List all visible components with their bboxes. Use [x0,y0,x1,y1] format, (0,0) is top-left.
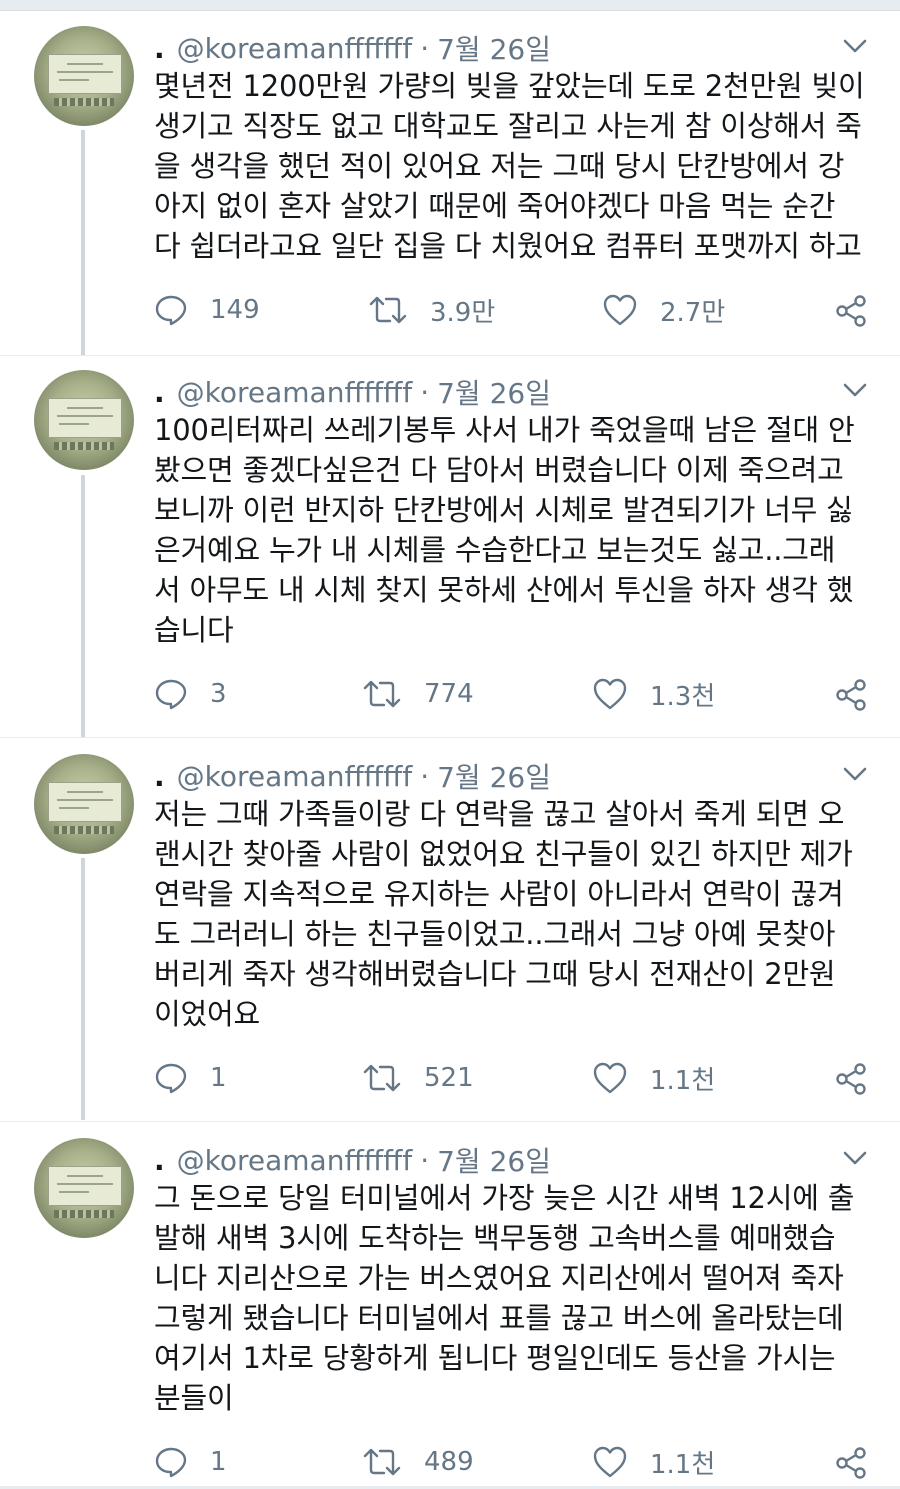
heart-icon [593,678,627,710]
reply-icon [155,1063,187,1094]
like-button[interactable]: 1.1천 [592,1058,715,1098]
divider [0,737,900,738]
tweet-text: 그 돈으로 당일 터미널에서 가장 늦은 시간 새벽 12시에 출 발해 새벽 … [154,1181,855,1415]
reply-icon [155,679,187,710]
tweet-date[interactable]: 7월 26일 [437,756,551,796]
display-name[interactable]: . [154,376,165,409]
tweet-text: 저는 그때 가족들이랑 다 연락을 끊고 살아서 죽게 되면 오 랜시간 찾아줄… [154,797,853,1031]
tweet-header: . @koreamanfffffff · 7월 26일 [154,372,551,412]
like-count: 1.1천 [650,1449,716,1480]
reply-button[interactable]: 1 [154,1058,227,1098]
like-count: 2.7만 [660,297,726,328]
share-icon[interactable] [834,294,868,328]
retweet-count: 774 [424,679,474,709]
reply-icon [155,295,187,326]
tweet[interactable]: . @koreamanfffffff · 7월 26일 몇년전 1200만원 가… [0,26,900,356]
divider [0,1121,900,1122]
tweet-text: 몇년전 1200만원 가량의 빚을 갚았는데 도로 2천만원 빚이 생기고 직장… [154,69,865,263]
tweet-header: . @koreamanfffffff · 7월 26일 [154,1140,551,1180]
like-count: 1.1천 [650,1065,716,1096]
reply-count: 149 [210,295,260,325]
retweet-count: 521 [424,1063,474,1093]
heart-icon [593,1062,627,1094]
tweet[interactable]: . @koreamanfffffff · 7월 26일 그 돈으로 당일 터미널… [0,1138,900,1484]
chevron-down-icon[interactable] [840,378,870,402]
top-border [0,0,900,11]
avatar[interactable] [34,370,134,470]
share-icon[interactable] [834,1446,868,1480]
tweet-date[interactable]: 7월 26일 [437,28,551,68]
retweet-icon [369,296,407,324]
retweet-button[interactable]: 521 [362,1058,474,1098]
separator-dot: · [420,1143,430,1177]
retweet-icon [363,1448,401,1476]
tweet-text: 100리터짜리 쓰레기봉투 사서 내가 죽었을때 남은 절대 안 봤으면 좋겠다… [154,413,855,647]
reply-button[interactable]: 149 [154,290,260,330]
handle[interactable]: @koreamanfffffff [177,1144,413,1177]
display-name[interactable]: . [154,1144,165,1177]
separator-dot: · [420,31,430,65]
divider [0,355,900,356]
tweet[interactable]: . @koreamanfffffff · 7월 26일 저는 그때 가족들이랑 … [0,754,900,1120]
handle[interactable]: @koreamanfffffff [177,760,413,793]
display-name[interactable]: . [154,32,165,65]
like-button[interactable]: 1.3천 [592,674,715,714]
avatar[interactable] [34,26,134,126]
chevron-down-icon[interactable] [840,34,870,58]
reply-count: 3 [210,679,227,709]
tweet-date[interactable]: 7월 26일 [437,372,551,412]
like-count: 1.3천 [650,681,716,712]
tweet-actions: 149 3.9만 2.7만 [154,290,874,330]
like-button[interactable]: 2.7만 [602,290,725,330]
reply-button[interactable]: 1 [154,1442,227,1482]
separator-dot: · [420,759,430,793]
retweet-button[interactable]: 774 [362,674,474,714]
retweet-button[interactable]: 489 [362,1442,474,1482]
tweet-actions: 1 489 1.1천 [154,1442,874,1482]
tweet-header: . @koreamanfffffff · 7월 26일 [154,28,551,68]
heart-icon [593,1446,627,1478]
tweet-actions: 3 774 1.3천 [154,674,874,714]
like-button[interactable]: 1.1천 [592,1442,715,1482]
avatar[interactable] [34,1138,134,1238]
chevron-down-icon[interactable] [840,762,870,786]
retweet-count: 3.9만 [430,297,496,328]
tweet-date[interactable]: 7월 26일 [437,1140,551,1180]
share-icon[interactable] [834,678,868,712]
avatar[interactable] [34,754,134,854]
handle[interactable]: @koreamanfffffff [177,32,413,65]
tweet-actions: 1 521 1.1천 [154,1058,874,1098]
retweet-button[interactable]: 3.9만 [368,290,495,330]
heart-icon [603,294,637,326]
tweet-header: . @koreamanfffffff · 7월 26일 [154,756,551,796]
reply-count: 1 [210,1063,227,1093]
separator-dot: · [420,375,430,409]
reply-count: 1 [210,1447,227,1477]
tweet[interactable]: . @koreamanfffffff · 7월 26일 100리터짜리 쓰레기봉… [0,370,900,736]
share-icon[interactable] [834,1062,868,1096]
reply-button[interactable]: 3 [154,674,227,714]
chevron-down-icon[interactable] [840,1146,870,1170]
retweet-icon [363,680,401,708]
display-name[interactable]: . [154,760,165,793]
retweet-icon [363,1064,401,1092]
reply-icon [155,1447,187,1478]
retweet-count: 489 [424,1447,474,1477]
handle[interactable]: @koreamanfffffff [177,376,413,409]
